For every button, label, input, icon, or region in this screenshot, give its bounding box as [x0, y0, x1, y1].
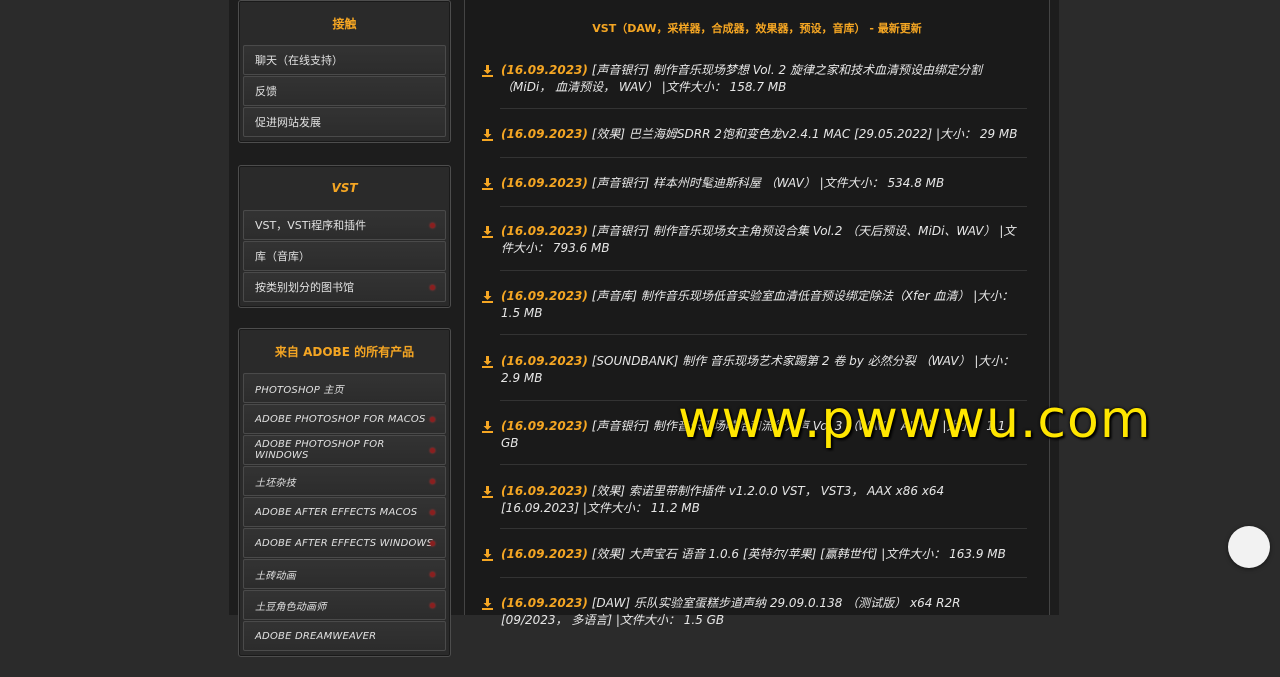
divider [500, 270, 1027, 271]
sidebar-item-libraries[interactable]: 库（音库） [243, 241, 446, 271]
news-text: (16.09.2023) [效果] 索诺里带制作插件 v1.2.0.0 VST，… [501, 483, 1026, 517]
download-icon [482, 598, 493, 610]
download-icon [482, 129, 493, 141]
sidebar-item-label: 土豆角色动画师 [255, 601, 327, 613]
download-icon [482, 291, 493, 303]
news-text: (16.09.2023) [效果] 大声宝石 语音 1.0.6 [英特尔/苹果]… [501, 546, 1026, 563]
news-text: (16.09.2023) [效果] 巴兰海姆SDRR 2饱和变色龙v2.4.1 … [501, 126, 1026, 143]
divider [500, 108, 1027, 109]
sidebar-item-label: VST，VSTi程序和插件 [255, 219, 367, 232]
sidebar-item-adobe-acrobat[interactable]: 土坯杂技 [243, 466, 446, 496]
news-date: (16.09.2023) [501, 596, 588, 610]
expand-dot-icon [430, 541, 435, 546]
expand-dot-icon [430, 448, 435, 453]
sidebar-item-label: 土砖动画 [255, 570, 296, 582]
download-icon [482, 226, 493, 238]
page-title: VST（DAW，采样器，合成器，效果器，预设，音库） - 最新更新 [592, 22, 922, 35]
sidebar-item-dreamweaver[interactable]: ADOBE DREAMWEAVER [243, 621, 446, 651]
news-date: (16.09.2023) [501, 547, 588, 561]
contact-panel-title: 接触 [332, 16, 357, 31]
sidebar-item-character-animator[interactable]: 土豆角色动画师 [243, 590, 446, 620]
sidebar-item-after-effects-windows[interactable]: ADOBE AFTER EFFECTS WINDOWS [243, 528, 446, 558]
expand-dot-icon [430, 417, 435, 422]
sidebar-item-label: ADOBE AFTER EFFECTS MACOS [255, 506, 418, 518]
divider [500, 528, 1027, 529]
expand-dot-icon [430, 223, 435, 228]
sidebar-item-photoshop-home[interactable]: PHOTOSHOP 主页 [243, 373, 446, 403]
sidebar-item-label: 促进网站发展 [255, 116, 321, 129]
news-text: (16.09.2023) [声音库] 制作音乐现场低音实验室血清低音预设绑定除法… [501, 288, 1026, 322]
sidebar-item-promote[interactable]: 促进网站发展 [243, 107, 446, 137]
sidebar-item-label: ADOBE DREAMWEAVER [255, 630, 377, 642]
news-text: (16.09.2023) [声音银行] 样本州时髦迪斯科屋 （WAV） |文件大… [501, 175, 1026, 192]
sidebar-item-label: 聊天（在线支持） [255, 54, 343, 67]
news-title[interactable]: [声音银行] 样本州时髦迪斯科屋 （WAV） |文件大小： 534.8 MB [592, 176, 945, 190]
expand-dot-icon [430, 285, 435, 290]
sidebar-item-label: 土坯杂技 [255, 477, 296, 489]
divider [500, 464, 1027, 465]
download-icon [482, 486, 493, 498]
sidebar-item-label: PHOTOSHOP 主页 [255, 384, 344, 396]
sidebar-item-label: 反馈 [255, 85, 277, 98]
divider [500, 577, 1027, 578]
divider [500, 157, 1027, 158]
sidebar-item-chat[interactable]: 聊天（在线支持） [243, 45, 446, 75]
news-date: (16.09.2023) [501, 63, 588, 77]
news-title[interactable]: [效果] 巴兰海姆SDRR 2饱和变色龙v2.4.1 MAC [29.05.20… [592, 127, 1018, 141]
sidebar-item-adobe-animate[interactable]: 土砖动画 [243, 559, 446, 589]
adobe-panel-title: 来自 ADOBE 的所有产品 [274, 344, 415, 359]
news-date: (16.09.2023) [501, 484, 588, 498]
news-date: (16.09.2023) [501, 176, 588, 190]
divider [500, 206, 1027, 207]
adobe-panel: 来自 ADOBE 的所有产品 PHOTOSHOP 主页 ADOBE PHOTOS… [238, 328, 451, 657]
download-icon [482, 421, 493, 433]
sidebar-item-after-effects-macos[interactable]: ADOBE AFTER EFFECTS MACOS [243, 497, 446, 527]
download-icon [482, 178, 493, 190]
news-date: (16.09.2023) [501, 289, 588, 303]
contact-panel: 接触 聊天（在线支持） 反馈 促进网站发展 [238, 0, 451, 143]
sidebar-item-label: ADOBE PHOTOSHOP FOR WINDOWS [255, 439, 385, 461]
sidebar-item-label: 库（音库） [255, 250, 310, 263]
news-text: (16.09.2023) [SOUNDBANK] 制作 音乐现场艺术家踢第 2 … [501, 353, 1026, 387]
sidebar-item-feedback[interactable]: 反馈 [243, 76, 446, 106]
news-date: (16.09.2023) [501, 419, 588, 433]
sidebar-item-library-categories[interactable]: 按类别划分的图书馆 [243, 272, 446, 302]
sidebar: 接触 聊天（在线支持） 反馈 促进网站发展 VST VST，VSTi程序和插件 … [238, 0, 451, 677]
news-date: (16.09.2023) [501, 127, 588, 141]
news-text: (16.09.2023) [声音银行] 制作音乐现场梦想 Vol. 2 旋律之家… [501, 62, 1026, 96]
main-content: VST（DAW，采样器，合成器，效果器，预设，音库） - 最新更新 (16.09… [464, 0, 1050, 627]
sidebar-item-label: ADOBE PHOTOSHOP FOR MACOS [255, 413, 426, 425]
sidebar-item-vst-plugins[interactable]: VST，VSTi程序和插件 [243, 210, 446, 240]
divider [500, 334, 1027, 335]
expand-dot-icon [430, 479, 435, 484]
expand-dot-icon [430, 510, 435, 515]
vst-panel-title: VST [331, 181, 358, 195]
news-text: (16.09.2023) [DAW] 乐队实验室蛋糕步道声纳 29.09.0.1… [501, 595, 1026, 629]
download-icon [482, 356, 493, 368]
download-icon [482, 549, 493, 561]
news-text: (16.09.2023) [声音银行] 制作音乐现场女主角预设合集 Vol.2 … [501, 223, 1026, 257]
expand-dot-icon [430, 603, 435, 608]
news-title[interactable]: [效果] 大声宝石 语音 1.0.6 [英特尔/苹果] [赢韩世代] |文件大小… [592, 547, 1006, 561]
vst-panel: VST VST，VSTi程序和插件 库（音库） 按类别划分的图书馆 [238, 165, 451, 308]
news-date: (16.09.2023) [501, 224, 588, 238]
sidebar-item-label: ADOBE AFTER EFFECTS WINDOWS [255, 537, 434, 549]
expand-dot-icon [430, 572, 435, 577]
download-icon [482, 65, 493, 77]
sidebar-item-photoshop-windows[interactable]: ADOBE PHOTOSHOP FOR WINDOWS [243, 435, 446, 465]
watermark: www.pwwwu.com [678, 390, 1152, 450]
news-date: (16.09.2023) [501, 354, 588, 368]
scroll-to-top-button[interactable] [1228, 526, 1270, 568]
sidebar-item-label: 按类别划分的图书馆 [255, 281, 354, 294]
sidebar-item-photoshop-macos[interactable]: ADOBE PHOTOSHOP FOR MACOS [243, 404, 446, 434]
